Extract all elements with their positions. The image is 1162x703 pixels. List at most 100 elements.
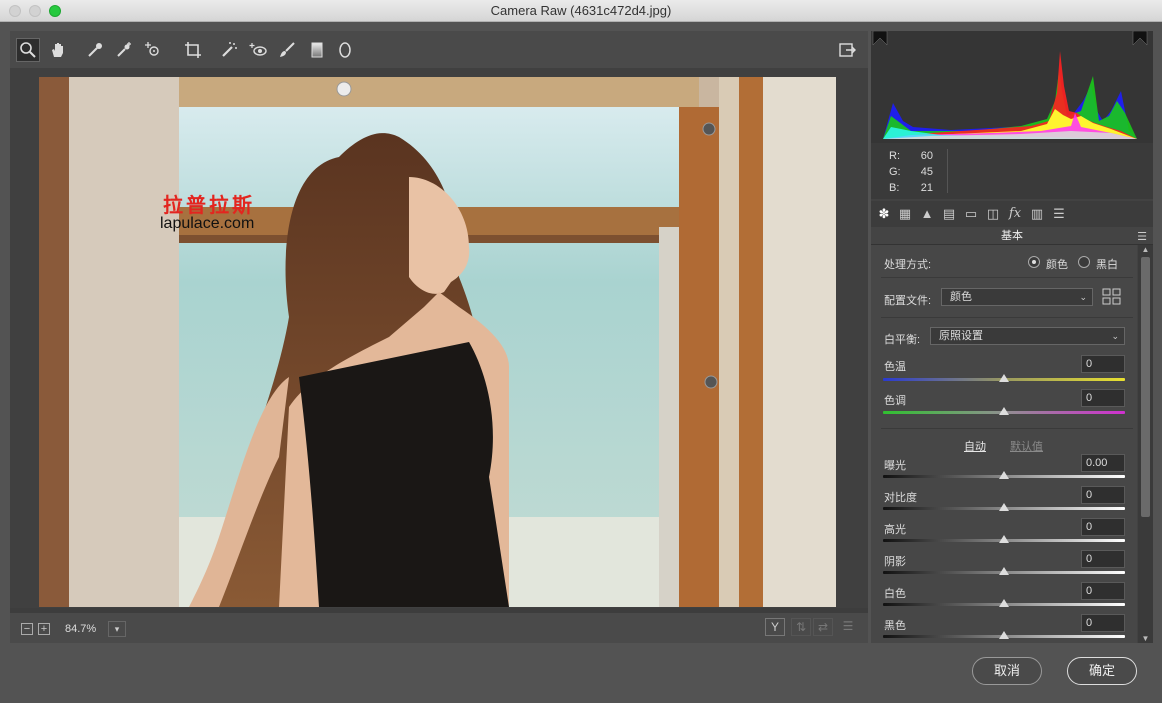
- panel-tabs: ✽ ▦ ▲ ▤ ▭ ◫ fx ▥ ☰: [871, 201, 1153, 227]
- white-balance-label: 白平衡:: [884, 334, 921, 346]
- tab-tone-curve-icon[interactable]: ▦: [896, 205, 914, 223]
- title-bar: Camera Raw (4631c472d4.jpg): [0, 0, 1162, 22]
- scrollbar-thumb[interactable]: [1141, 257, 1150, 517]
- zoom-level: 84.7%: [65, 623, 97, 635]
- temperature-slider-thumb[interactable]: [999, 374, 1009, 382]
- profile-value: 颜色: [950, 291, 972, 303]
- r-value: 60: [920, 150, 933, 162]
- white-balance-value: 原照设置: [939, 330, 983, 342]
- tab-presets-icon[interactable]: ☰: [1050, 205, 1068, 223]
- slider-label-exposure: 曝光: [884, 460, 906, 472]
- main-area: 拉普拉斯 lapulace.com − + 84.7% ▾ Y ⇅ ⇄ ☰: [10, 31, 868, 643]
- zoom-out-button[interactable]: −: [21, 623, 33, 635]
- radial-filter-icon[interactable]: [333, 38, 357, 62]
- scroll-up-icon[interactable]: ▲: [1141, 245, 1150, 254]
- tab-hsl-icon[interactable]: ▤: [940, 205, 958, 223]
- image-canvas[interactable]: 拉普拉斯 lapulace.com: [10, 68, 868, 608]
- r-label: R:: [889, 150, 900, 162]
- process-bw-radio[interactable]: [1078, 256, 1090, 268]
- ok-button[interactable]: 确定: [1067, 657, 1137, 685]
- before-after-view-button[interactable]: Y: [765, 618, 785, 636]
- blacks-value-input[interactable]: 0: [1081, 614, 1125, 632]
- hand-tool-icon[interactable]: [46, 38, 70, 62]
- zoom-tool-icon[interactable]: [16, 38, 40, 62]
- tab-effects-icon[interactable]: fx: [1006, 205, 1024, 223]
- tab-lens-icon[interactable]: ◫: [984, 205, 1002, 223]
- photo-preview: 拉普拉斯 lapulace.com: [39, 77, 836, 607]
- open-preferences-icon[interactable]: [835, 38, 859, 62]
- slider-label-highlights: 高光: [884, 524, 906, 536]
- watermark-url: lapulace.com: [160, 215, 255, 232]
- divider: [881, 277, 1133, 278]
- blacks-slider-thumb[interactable]: [999, 631, 1009, 639]
- white-balance-tool-icon[interactable]: [83, 38, 107, 62]
- panel-menu-icon[interactable]: ☰: [1137, 230, 1147, 243]
- slider-label-whites: 白色: [884, 588, 906, 600]
- tab-detail-icon[interactable]: ▲: [918, 205, 936, 223]
- panel-title: 基本: [871, 227, 1153, 245]
- g-label: G:: [889, 166, 901, 178]
- spot-removal-tool-icon[interactable]: [217, 38, 241, 62]
- shadows-value-input[interactable]: 0: [1081, 550, 1125, 568]
- profile-browser-grid-icon[interactable]: [1102, 288, 1122, 306]
- chevron-down-icon: ⌄: [1111, 331, 1119, 341]
- b-value: 21: [920, 182, 933, 194]
- default-link[interactable]: 默认值: [1010, 438, 1043, 454]
- exposure-value-input[interactable]: 0.00: [1081, 454, 1125, 472]
- red-eye-tool-icon[interactable]: [246, 38, 270, 62]
- panel-scrollbar[interactable]: ▲ ▼: [1138, 245, 1153, 643]
- divider: [881, 317, 1133, 318]
- shadows-slider-thumb[interactable]: [999, 567, 1009, 575]
- basic-panel: 处理方式: 颜色 黑白 配置文件: 颜色 ⌄ 白平衡: 原照设置 ⌄ 色温 0 …: [871, 245, 1137, 643]
- tint-slider-thumb[interactable]: [999, 407, 1009, 415]
- readout-divider: [947, 149, 948, 193]
- tint-value-input[interactable]: 0: [1081, 389, 1125, 407]
- g-value: 45: [920, 166, 933, 178]
- toggle-settings-icon[interactable]: ☰: [838, 618, 858, 636]
- slider-label-contrast: 对比度: [884, 492, 917, 504]
- cancel-button[interactable]: 取消: [972, 657, 1042, 685]
- tab-basic-icon[interactable]: ✽: [875, 205, 893, 223]
- zoom-dropdown[interactable]: ▾: [108, 621, 126, 637]
- graduated-filter-icon[interactable]: [305, 38, 329, 62]
- slider-label-tint: 色调: [884, 395, 906, 407]
- histogram: [871, 31, 1153, 143]
- targeted-adjustment-tool-icon[interactable]: [141, 38, 165, 62]
- whites-slider-thumb[interactable]: [999, 599, 1009, 607]
- contrast-slider-thumb[interactable]: [999, 503, 1009, 511]
- chevron-down-icon: ⌄: [1079, 292, 1087, 302]
- process-bw-label: 黑白: [1096, 259, 1118, 271]
- process-color-radio[interactable]: [1028, 256, 1040, 268]
- slider-label-blacks: 黑色: [884, 620, 906, 632]
- zoom-in-button[interactable]: +: [38, 623, 50, 635]
- b-label: B:: [889, 182, 900, 194]
- highlights-value-input[interactable]: 0: [1081, 518, 1125, 536]
- rgb-readout: R: 60 G: 45 B: 21: [871, 143, 1153, 199]
- white-balance-select[interactable]: 原照设置 ⌄: [930, 327, 1125, 345]
- temperature-value-input[interactable]: 0: [1081, 355, 1125, 373]
- tab-split-toning-icon[interactable]: ▭: [962, 205, 980, 223]
- adjustment-brush-icon[interactable]: [275, 38, 299, 62]
- crop-tool-icon[interactable]: [181, 38, 205, 62]
- contrast-value-input[interactable]: 0: [1081, 486, 1125, 504]
- toolbar: [10, 31, 868, 68]
- color-sampler-tool-icon[interactable]: [112, 38, 136, 62]
- profile-label: 配置文件:: [884, 295, 932, 307]
- exposure-slider-thumb[interactable]: [999, 471, 1009, 479]
- auto-link[interactable]: 自动: [964, 438, 986, 454]
- bottom-bar: − + 84.7% ▾ Y ⇅ ⇄ ☰: [10, 613, 868, 643]
- window-title: Camera Raw (4631c472d4.jpg): [490, 3, 672, 18]
- slider-label-temperature: 色温: [884, 361, 906, 373]
- whites-value-input[interactable]: 0: [1081, 582, 1125, 600]
- swap-settings-icon[interactable]: ⇅: [791, 618, 811, 636]
- watermark-chinese: 拉普拉斯: [163, 193, 255, 217]
- scroll-down-icon[interactable]: ▼: [1141, 634, 1150, 643]
- right-panel: R: 60 G: 45 B: 21 ✽ ▦ ▲ ▤ ▭ ◫ fx ▥ ☰ 基本 …: [871, 31, 1153, 643]
- tab-calibration-icon[interactable]: ▥: [1028, 205, 1046, 223]
- highlights-slider-thumb[interactable]: [999, 535, 1009, 543]
- slider-label-shadows: 阴影: [884, 556, 906, 568]
- copy-settings-icon[interactable]: ⇄: [813, 618, 833, 636]
- process-label: 处理方式:: [884, 259, 932, 271]
- profile-select[interactable]: 颜色 ⌄: [941, 288, 1093, 306]
- process-color-label: 颜色: [1046, 259, 1068, 271]
